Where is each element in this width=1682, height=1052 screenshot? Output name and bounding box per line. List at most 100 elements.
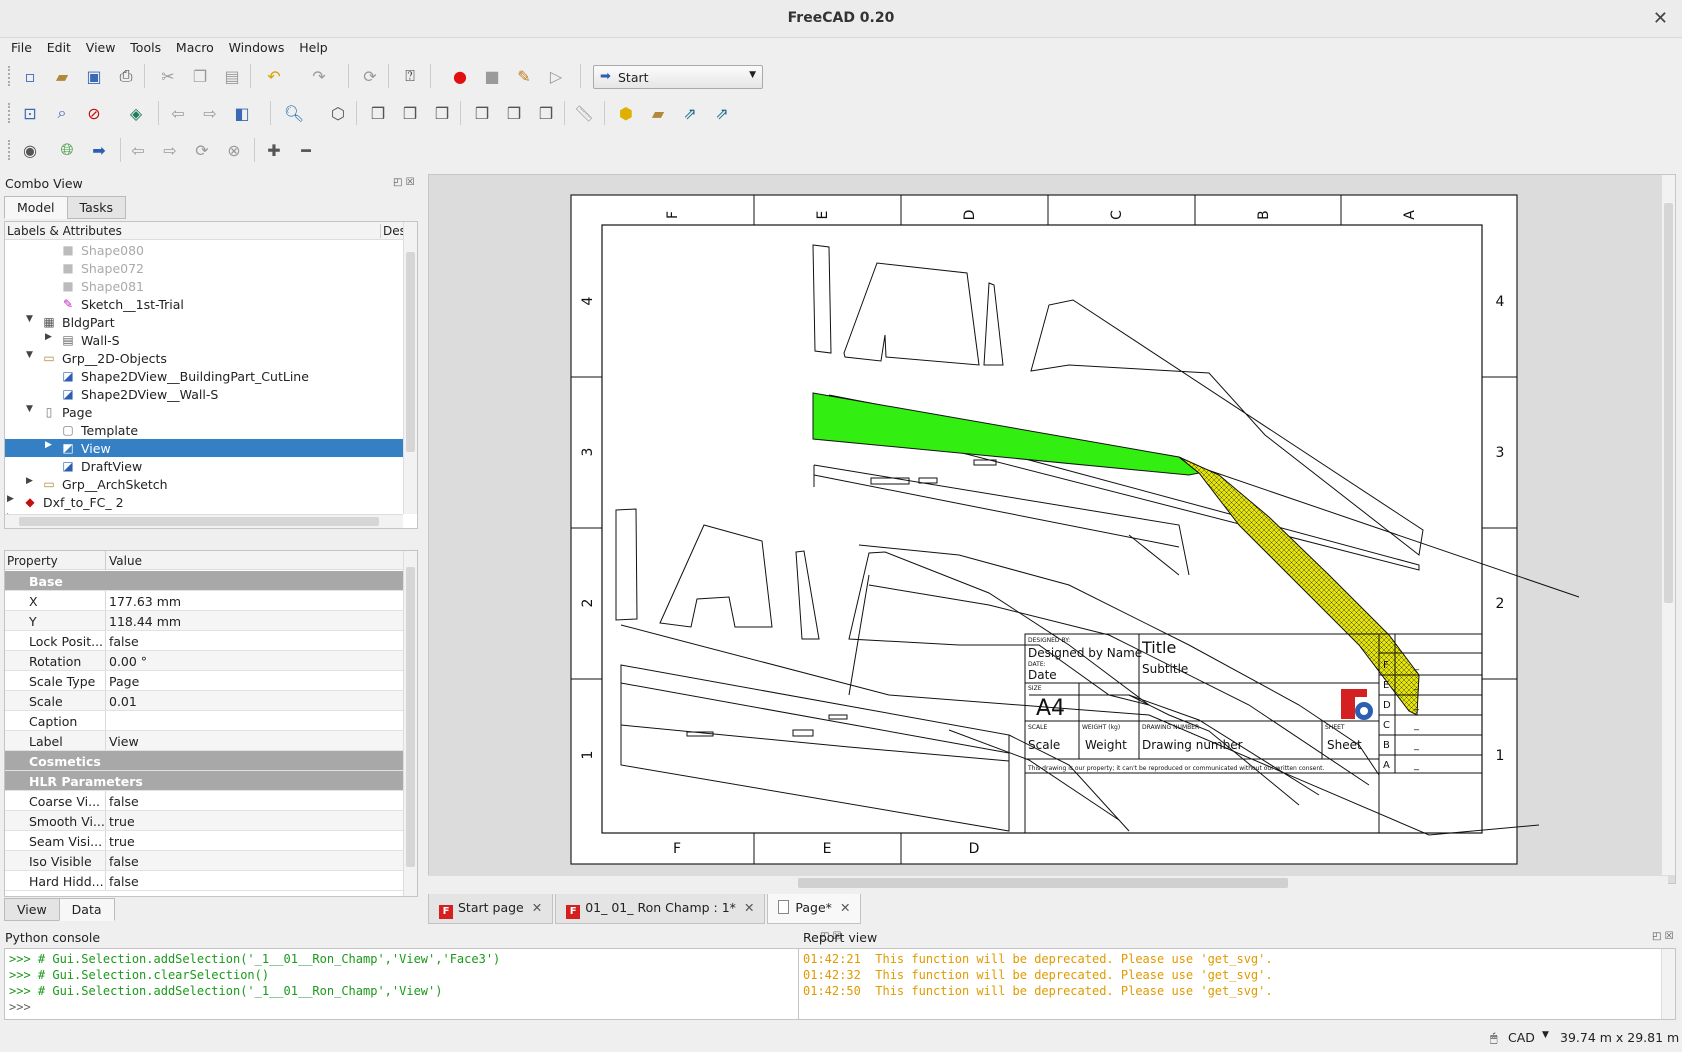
tree-item[interactable]: ◪ Shape2DView__Wall-S [5, 385, 405, 403]
doc-tab-start-page[interactable]: F Start page ✕ [428, 894, 554, 924]
tree-item[interactable]: ▶ ◩ View [5, 439, 405, 457]
edit-macro-icon[interactable]: ✎ [512, 64, 536, 88]
expand-arrow-icon[interactable]: ▶ [45, 440, 52, 450]
doc-tab-page[interactable]: Page* ✕ [767, 894, 862, 924]
property-row[interactable]: X 177.63 mm [5, 591, 403, 611]
property-row[interactable]: Lock Posit... false [5, 631, 403, 651]
isometric-view-icon[interactable]: ⬡ [326, 101, 350, 125]
tree-horizontal-scrollbar[interactable] [5, 514, 403, 528]
tab-data[interactable]: Data [58, 898, 115, 921]
web-back-icon[interactable]: ⇦ [126, 138, 150, 162]
property-row[interactable]: Caption [5, 711, 403, 731]
right-view-icon[interactable]: ❒ [430, 101, 454, 125]
zoom-icon[interactable]: 🔍︎ [282, 101, 306, 125]
back-icon[interactable]: ⇦ [166, 101, 190, 125]
save-icon[interactable]: ▣ [82, 64, 106, 88]
tree-item[interactable]: ▶ ◆ Dxf_to_FC_ 2 [5, 493, 405, 511]
bottom-view-icon[interactable]: ❒ [502, 101, 526, 125]
record-macro-icon[interactable]: ● [448, 64, 472, 88]
property-row[interactable]: Smooth Vi... true [5, 811, 403, 831]
tab-view[interactable]: View [4, 898, 60, 921]
copy-icon[interactable]: ❐ [188, 64, 212, 88]
bounding-box-icon[interactable]: ◈ [124, 101, 148, 125]
tree-vertical-scrollbar[interactable] [403, 222, 417, 514]
property-value[interactable]: true [109, 834, 135, 849]
fit-all-icon[interactable]: ⊡ [18, 101, 42, 125]
open-folder-icon[interactable]: ▰ [50, 64, 74, 88]
fit-selection-icon[interactable]: ⌕ [50, 101, 74, 125]
property-row[interactable]: Iso Visible false [5, 851, 403, 871]
create-group-icon[interactable]: ▰ [646, 101, 670, 125]
property-value[interactable]: 0.01 [109, 694, 137, 709]
measure-distance-icon[interactable]: 📏︎ [572, 101, 596, 125]
link-icon[interactable]: ⇗ [678, 101, 702, 125]
tab-model[interactable]: Model [4, 196, 68, 219]
close-window-button[interactable]: ✕ [1653, 8, 1668, 29]
property-value[interactable]: false [109, 634, 139, 649]
close-tab-icon[interactable]: ✕ [532, 900, 542, 915]
drawing-horizontal-scrollbar[interactable] [428, 875, 1668, 889]
globe-icon[interactable]: 🌐︎ [55, 138, 79, 162]
property-value[interactable]: 118.44 mm [109, 614, 181, 629]
paste-icon[interactable]: ▤ [220, 64, 244, 88]
print-icon[interactable]: ⎙ [114, 64, 138, 88]
run-macro-icon[interactable]: ▷ [544, 64, 568, 88]
property-value[interactable]: 0.00 ° [109, 654, 147, 669]
top-view-icon[interactable]: ❒ [398, 101, 422, 125]
property-group[interactable]: HLR Parameters [5, 771, 403, 791]
techdraw-page-view[interactable]: F E D C B A F E D 4 3 2 1 4 3 2 1 DESIGN… [428, 174, 1676, 884]
link-actions-icon[interactable]: ⇗ [710, 101, 734, 125]
tree-item[interactable]: ▢ Template [5, 421, 405, 439]
create-part-icon[interactable]: ⬢ [614, 101, 638, 125]
web-refresh-icon[interactable]: ⟳ [190, 138, 214, 162]
expand-arrow-icon[interactable]: ▶ [26, 476, 33, 486]
forward-icon[interactable]: ⇨ [198, 101, 222, 125]
menu-macro[interactable]: Macro [165, 38, 214, 55]
undo-icon[interactable]: ↶ [262, 64, 286, 88]
property-value[interactable]: Page [109, 674, 139, 689]
property-row[interactable]: Label View [5, 731, 403, 751]
menu-file[interactable]: File [0, 38, 32, 55]
toolbar-grip[interactable] [8, 66, 12, 86]
property-vertical-scrollbar[interactable] [403, 551, 417, 896]
menu-tools[interactable]: Tools [119, 38, 161, 55]
property-row[interactable]: Coarse Vi... false [5, 791, 403, 811]
property-row[interactable]: Seam Visi... true [5, 831, 403, 851]
property-row[interactable]: Y 118.44 mm [5, 611, 403, 631]
tree-item[interactable]: ▼ ▯ Page [5, 403, 405, 421]
expand-arrow-icon[interactable]: ▶ [45, 332, 52, 342]
property-row[interactable]: Scale 0.01 [5, 691, 403, 711]
tab-tasks[interactable]: Tasks [66, 196, 127, 219]
menu-edit[interactable]: Edit [36, 38, 71, 55]
whats-this-icon[interactable]: ⍰ [398, 64, 422, 88]
property-row[interactable]: Scale Type Page [5, 671, 403, 691]
workbench-selector[interactable]: ➡ Start ▼ [593, 65, 763, 89]
property-value[interactable]: 177.63 mm [109, 594, 181, 609]
property-value[interactable]: View [109, 734, 139, 749]
web-stop-icon[interactable]: ⊗ [222, 138, 246, 162]
std-views-icon[interactable]: ◧ [230, 101, 254, 125]
tree-item[interactable]: ◪ Shape2DView__BuildingPart_CutLine [5, 367, 405, 385]
python-console[interactable]: >>> # Gui.Selection.addSelection('_1__01… [4, 948, 848, 1020]
draw-style-icon[interactable]: ⊘ [82, 101, 106, 125]
close-tab-icon[interactable]: ✕ [744, 900, 754, 915]
rear-view-icon[interactable]: ❒ [470, 101, 494, 125]
go-icon[interactable]: ➡ [87, 138, 111, 162]
open-website-icon[interactable]: ◉ [18, 138, 42, 162]
left-view-icon[interactable]: ❒ [534, 101, 558, 125]
chevron-down-icon[interactable]: ▼ [1542, 1030, 1549, 1040]
doc-tab-ron-champ[interactable]: F 01_ 01_ Ron Champ : 1* ✕ [555, 894, 766, 924]
navigation-style[interactable]: CAD [1508, 1030, 1535, 1045]
drawing-canvas[interactable]: F E D C B A F E D 4 3 2 1 4 3 2 1 DESIGN… [429, 175, 1676, 884]
property-value[interactable]: true [109, 814, 135, 829]
collapse-arrow-icon[interactable]: ▼ [26, 350, 33, 360]
toolbar-grip[interactable] [8, 103, 12, 123]
menu-help[interactable]: Help [288, 38, 328, 55]
toolbar-grip[interactable] [8, 140, 12, 160]
drawing-vertical-scrollbar[interactable] [1661, 175, 1675, 875]
dock-float-close-icon[interactable]: ◰ ☒ [393, 177, 415, 188]
tree-item[interactable]: ▶ ▭ Grp__ArchSketch [5, 475, 405, 493]
expand-arrow-icon[interactable]: ▶ [7, 494, 14, 504]
collapse-arrow-icon[interactable]: ▼ [26, 404, 33, 414]
menu-view[interactable]: View [75, 38, 116, 55]
